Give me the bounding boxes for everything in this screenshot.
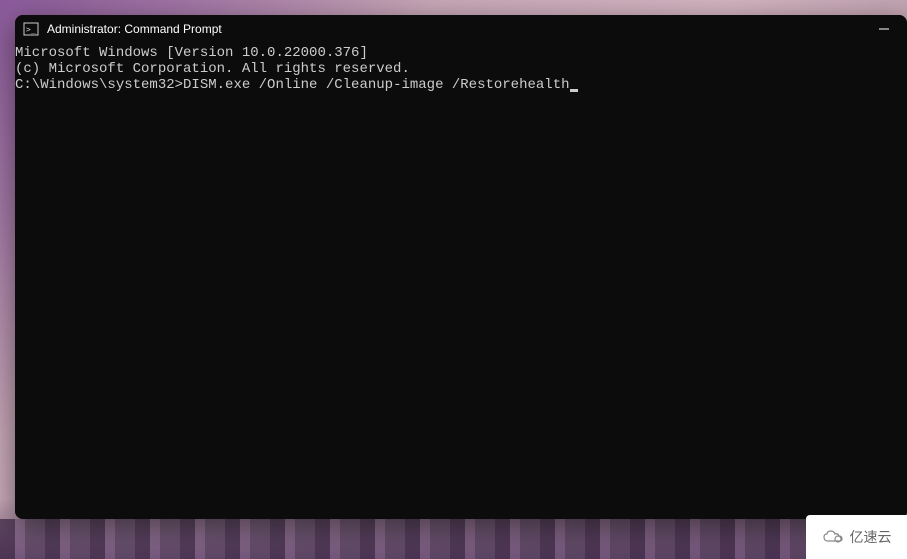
window-controls <box>861 15 907 43</box>
cloud-icon <box>822 529 846 545</box>
terminal-output-area[interactable]: Microsoft Windows [Version 10.0.22000.37… <box>15 43 907 519</box>
typed-command: DISM.exe /Online /Cleanup-image /Restore… <box>183 77 569 93</box>
svg-text:>_: >_ <box>26 25 36 34</box>
title-bar[interactable]: >_ Administrator: Command Prompt <box>15 15 907 43</box>
command-prompt-window: >_ Administrator: Command Prompt Microso… <box>15 15 907 519</box>
watermark-badge: 亿速云 <box>806 515 907 559</box>
terminal-line-version: Microsoft Windows [Version 10.0.22000.37… <box>15 45 907 61</box>
cursor <box>570 89 578 92</box>
window-title: Administrator: Command Prompt <box>47 22 861 36</box>
cmd-icon: >_ <box>23 21 39 37</box>
terminal-prompt-line: C:\Windows\system32>DISM.exe /Online /Cl… <box>15 77 907 93</box>
minimize-button[interactable] <box>861 15 907 43</box>
watermark-text: 亿速云 <box>850 527 892 547</box>
prompt-path: C:\Windows\system32> <box>15 77 183 93</box>
terminal-line-copyright: (c) Microsoft Corporation. All rights re… <box>15 61 907 77</box>
